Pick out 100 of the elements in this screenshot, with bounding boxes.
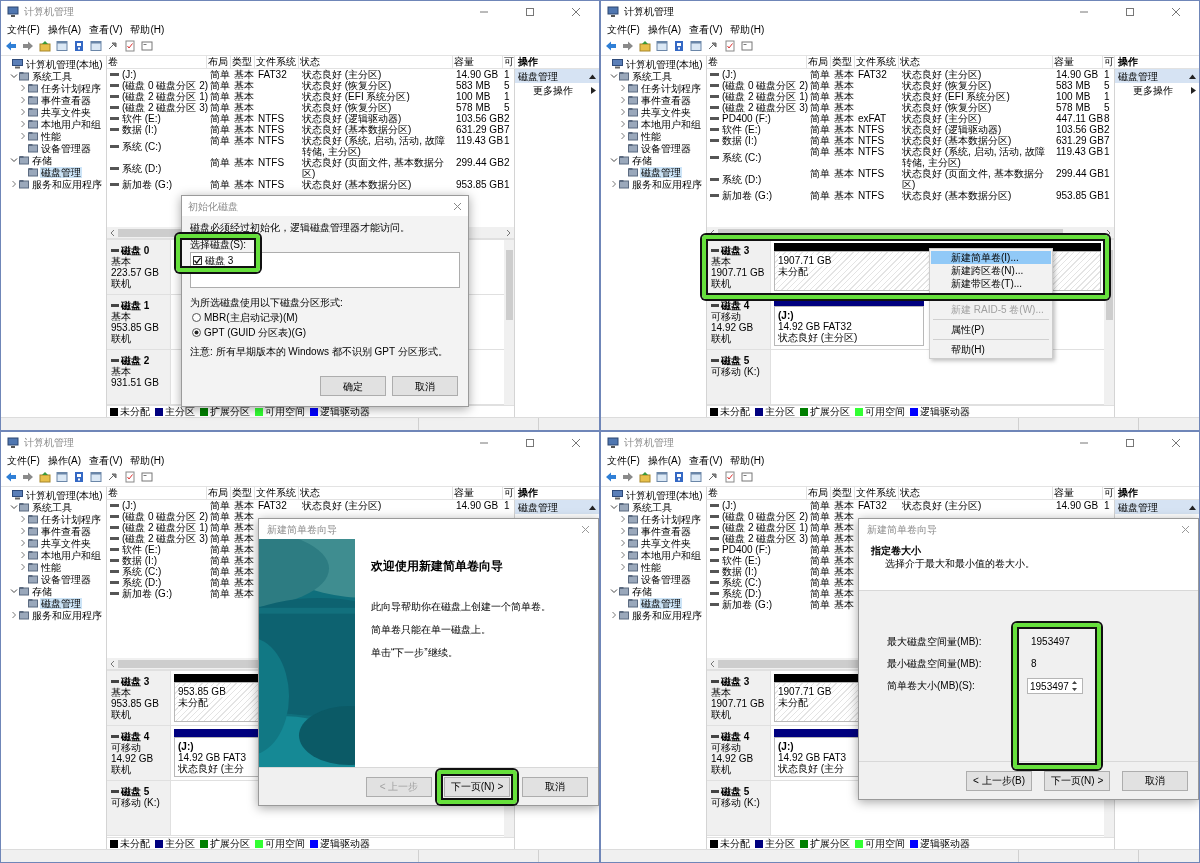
- horizontal-scrollbar[interactable]: [707, 227, 1114, 238]
- column-header[interactable]: 可: [503, 56, 515, 69]
- close-icon[interactable]: [453, 201, 462, 211]
- tree-item[interactable]: 性能: [640, 130, 662, 142]
- column-header[interactable]: 卷: [107, 56, 207, 69]
- checklist-icon[interactable]: [724, 40, 736, 52]
- menu-item[interactable]: 新建跨区卷(N)...: [931, 264, 1051, 277]
- tree-item[interactable]: 计算机管理(本地): [25, 58, 104, 70]
- action-item[interactable]: 磁盘管理: [515, 500, 599, 514]
- column-header[interactable]: 文件系统: [855, 487, 899, 500]
- column-header[interactable]: 类型: [231, 56, 255, 69]
- panel-icon[interactable]: [90, 40, 102, 52]
- action-item[interactable]: 磁盘管理: [515, 69, 599, 83]
- menu-item[interactable]: 查看(V): [685, 455, 727, 466]
- folder-icon[interactable]: [39, 40, 51, 52]
- tree-item[interactable]: 事件查看器: [40, 525, 92, 537]
- column-header[interactable]: 可: [503, 487, 515, 500]
- action-item[interactable]: 更多操作: [1115, 83, 1199, 97]
- column-header[interactable]: 文件系统: [255, 56, 299, 69]
- vertical-scrollbar[interactable]: [1104, 240, 1114, 405]
- column-header[interactable]: 可: [1103, 487, 1115, 500]
- tree-item[interactable]: 系统工具: [631, 70, 673, 82]
- panel-icon[interactable]: [690, 40, 702, 52]
- tree-item[interactable]: 任务计划程序: [40, 513, 102, 525]
- radio-button[interactable]: [192, 328, 201, 337]
- vertical-scrollbar[interactable]: [504, 240, 514, 405]
- menu-item[interactable]: 属性(P): [931, 323, 1051, 336]
- tree-item[interactable]: 共享文件夹: [40, 537, 92, 549]
- menu-item[interactable]: 操作(A): [43, 24, 86, 35]
- window-icon[interactable]: [741, 40, 753, 52]
- tree-item[interactable]: 设备管理器: [640, 573, 692, 585]
- tree-item[interactable]: 本地用户和组: [640, 118, 702, 130]
- back-icon[interactable]: [5, 471, 17, 483]
- menu-item[interactable]: 帮助(H): [931, 343, 1051, 356]
- close-icon[interactable]: [1171, 6, 1181, 17]
- tree-item[interactable]: 事件查看器: [640, 525, 692, 537]
- tree-item[interactable]: 存储: [31, 154, 53, 166]
- close-icon[interactable]: [571, 437, 581, 448]
- radio-label[interactable]: GPT (GUID 分区表)(G): [204, 327, 307, 338]
- menu-item[interactable]: 操作(A): [43, 455, 86, 466]
- tree-item[interactable]: 设备管理器: [40, 142, 92, 154]
- chevron-down-icon[interactable]: [610, 156, 618, 164]
- column-header[interactable]: 可: [1103, 56, 1115, 69]
- tree-item[interactable]: 性能: [640, 561, 662, 573]
- folder-icon[interactable]: [639, 471, 651, 483]
- tree-item[interactable]: 共享文件夹: [640, 537, 692, 549]
- tree-item[interactable]: 设备管理器: [640, 142, 692, 154]
- spinner-field[interactable]: 1953497: [1027, 678, 1083, 694]
- tree-item[interactable]: 设备管理器: [40, 573, 92, 585]
- column-header[interactable]: 卷: [707, 56, 807, 69]
- column-header[interactable]: 文件系统: [855, 56, 899, 69]
- column-header[interactable]: 布局: [807, 56, 831, 69]
- forward-icon[interactable]: [22, 471, 34, 483]
- tree-item[interactable]: 磁盘管理: [40, 597, 82, 609]
- forward-icon[interactable]: [22, 40, 34, 52]
- column-header[interactable]: 状态: [299, 487, 453, 500]
- forward-icon[interactable]: [622, 40, 634, 52]
- column-header[interactable]: 布局: [807, 487, 831, 500]
- tree-item[interactable]: 任务计划程序: [640, 82, 702, 94]
- tree-item[interactable]: 磁盘管理: [640, 597, 682, 609]
- close-icon[interactable]: [1171, 437, 1181, 448]
- dialog-button[interactable]: 取消: [522, 776, 588, 797]
- chevron-down-icon[interactable]: [10, 156, 18, 164]
- menu-item[interactable]: 文件(F): [603, 455, 644, 466]
- chevron-down-icon[interactable]: [10, 72, 18, 80]
- window-icon[interactable]: [141, 40, 153, 52]
- close-icon[interactable]: [1181, 524, 1190, 534]
- column-header[interactable]: 状态: [899, 487, 1053, 500]
- folder-icon[interactable]: [39, 471, 51, 483]
- checklist-icon[interactable]: [124, 471, 136, 483]
- menu-item[interactable]: 文件(F): [603, 24, 644, 35]
- tree-item[interactable]: 本地用户和组: [40, 549, 102, 561]
- chevron-right-icon[interactable]: [1106, 228, 1112, 237]
- tree-item[interactable]: 存储: [31, 585, 53, 597]
- maximize-icon[interactable]: [1125, 6, 1135, 17]
- tree-item[interactable]: 计算机管理(本地): [625, 489, 704, 501]
- checkbox[interactable]: [193, 256, 202, 265]
- column-header[interactable]: 卷: [107, 487, 207, 500]
- spin-arrows-icon[interactable]: [1070, 679, 1079, 693]
- panel-icon[interactable]: [56, 471, 68, 483]
- window-icon[interactable]: [741, 471, 753, 483]
- window-icon[interactable]: [141, 471, 153, 483]
- column-header[interactable]: 类型: [231, 487, 255, 500]
- column-header[interactable]: 容量: [453, 487, 503, 500]
- tree-item[interactable]: 系统工具: [31, 70, 73, 82]
- radio-label[interactable]: MBR(主启动记录)(M): [204, 312, 298, 323]
- tree-item[interactable]: 任务计划程序: [40, 82, 102, 94]
- panel-icon[interactable]: [656, 40, 668, 52]
- tree-item[interactable]: 性能: [40, 130, 62, 142]
- column-header[interactable]: 布局: [207, 487, 231, 500]
- dialog-button[interactable]: 下一页(N) >: [444, 776, 510, 797]
- column-header[interactable]: 状态: [899, 56, 1053, 69]
- folder-icon[interactable]: [639, 40, 651, 52]
- checklist-icon[interactable]: [724, 471, 736, 483]
- menu-item[interactable]: 查看(V): [85, 24, 127, 35]
- tree-item[interactable]: 存储: [631, 154, 653, 166]
- tree-item[interactable]: 系统工具: [31, 501, 73, 513]
- panel-icon[interactable]: [656, 471, 668, 483]
- tree-item[interactable]: 磁盘管理: [640, 166, 682, 178]
- radio-button[interactable]: [192, 313, 201, 322]
